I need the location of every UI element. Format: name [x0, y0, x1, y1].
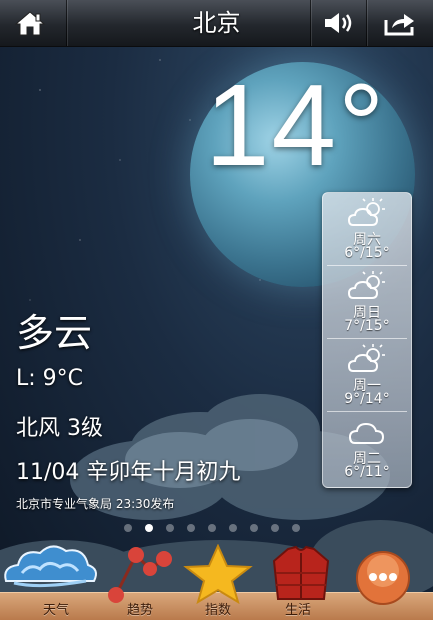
- share-button[interactable]: [366, 0, 433, 46]
- top-navigation-bar: 北京: [0, 0, 433, 47]
- share-icon: [384, 14, 414, 36]
- forecast-range: 9°/14°: [344, 391, 390, 407]
- page-dot-active[interactable]: [145, 524, 153, 532]
- dock-label: 生活: [284, 603, 311, 618]
- page-dot[interactable]: [166, 524, 174, 532]
- wind-info: 北风 3级: [16, 416, 103, 441]
- page-dot[interactable]: [187, 524, 195, 532]
- partly-cloudy-icon: [347, 198, 385, 226]
- jacket-icon: [272, 545, 330, 600]
- forecast-item[interactable]: 周日 7°/15°: [323, 266, 411, 339]
- forecast-range: 6°/11°: [344, 464, 390, 480]
- page-dot[interactable]: [124, 524, 132, 532]
- sound-button[interactable]: [310, 0, 370, 46]
- page-indicator[interactable]: [124, 524, 300, 532]
- star-icon: [183, 544, 253, 604]
- weather-condition: 多云: [16, 311, 93, 355]
- low-temperature: L: 9°C: [16, 366, 84, 391]
- forecast-range: 7°/15°: [344, 318, 390, 334]
- dock-label: 趋势: [126, 603, 153, 618]
- more-icon: [356, 551, 410, 605]
- cloudy-icon: [348, 422, 385, 444]
- partly-cloudy-icon: [347, 344, 385, 372]
- weather-cloud-icon: [4, 545, 97, 588]
- forecast-item[interactable]: 周二 6°/11°: [323, 412, 411, 485]
- forecast-range: 6°/15°: [344, 245, 390, 261]
- page-dot[interactable]: [271, 524, 279, 532]
- dock-label: 指数: [204, 603, 231, 618]
- trend-icon: [108, 547, 172, 603]
- page-dot[interactable]: [250, 524, 258, 532]
- page-dot[interactable]: [229, 524, 237, 532]
- forecast-item[interactable]: 周六 6°/15°: [323, 193, 411, 266]
- speaker-icon: [325, 13, 352, 33]
- date-lunar: 11/04 辛卯年十月初九: [16, 460, 241, 485]
- publish-source: 北京市专业气象局 23:30发布: [16, 497, 175, 511]
- forecast-panel[interactable]: 周六 6°/15° 周日 7°/15° 周一 9°/14° 周二 6°/11°: [322, 192, 412, 488]
- dock-label: 天气: [42, 603, 69, 618]
- partly-cloudy-icon: [347, 271, 385, 299]
- forecast-item[interactable]: 周一 9°/14°: [323, 339, 411, 412]
- page-dot[interactable]: [208, 524, 216, 532]
- current-temperature: 14°: [205, 60, 387, 190]
- dock-more-button[interactable]: [348, 545, 428, 619]
- page-dot[interactable]: [292, 524, 300, 532]
